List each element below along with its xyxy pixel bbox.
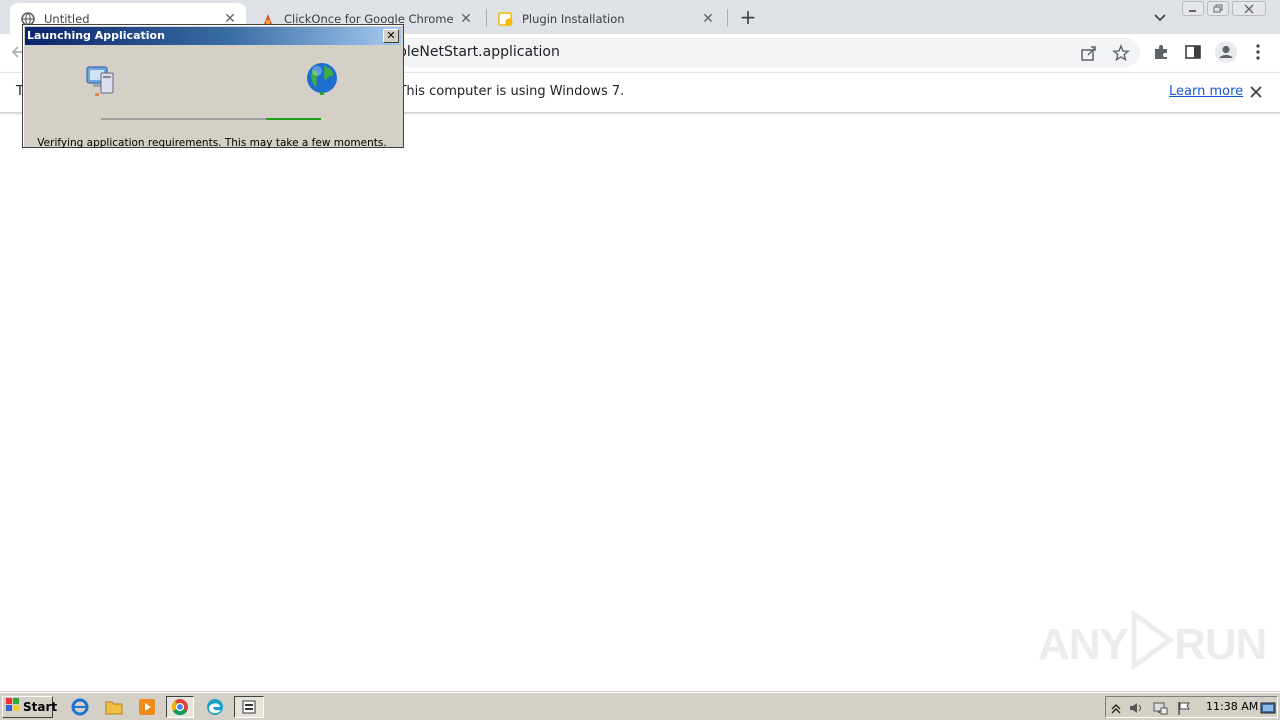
launching-application-dialog: Launching Application ✕ Verifying applic… [22, 24, 404, 149]
media-player-icon[interactable] [137, 698, 157, 716]
tab-close-icon[interactable]: ✕ [458, 11, 474, 27]
tab-separator [486, 9, 487, 27]
side-panel-icon[interactable] [1184, 43, 1204, 63]
edge-icon[interactable] [205, 698, 225, 716]
action-center-flag-icon[interactable] [1176, 700, 1192, 716]
tab-close-icon[interactable]: ✕ [700, 11, 716, 27]
taskbar: Start 11:38 AM [0, 692, 1280, 720]
volume-speaker-icon[interactable] [1128, 700, 1144, 716]
progress-fill [266, 118, 321, 120]
menu-kebab-icon[interactable] [1252, 43, 1272, 63]
computer-icon [83, 63, 119, 99]
watermark-text-left: ANY [1038, 620, 1129, 669]
show-hidden-icons-chevron-icon[interactable] [1110, 700, 1126, 716]
tab-search-chevron-icon[interactable] [1150, 8, 1170, 28]
infobar-close-icon[interactable] [1247, 81, 1265, 101]
new-tab-button[interactable]: + [737, 7, 759, 29]
file-explorer-icon[interactable] [104, 698, 124, 716]
progress-track [101, 118, 321, 120]
system-tray: 11:38 AM [1105, 696, 1278, 718]
screen: Untitled ✕ ClickOnce for Google Chrome -… [0, 0, 1280, 720]
dialog-message: Verifying application requirements. This… [37, 137, 387, 149]
clickonce-taskbar-button[interactable] [234, 696, 264, 718]
anyrun-watermark: ANY RUN [1038, 606, 1267, 676]
close-window-button[interactable] [1232, 1, 1266, 16]
profile-avatar-icon[interactable] [1214, 40, 1238, 64]
start-button[interactable]: Start [2, 696, 57, 718]
start-label: Start [23, 700, 58, 714]
taskbar-clock: 11:38 AM [1206, 700, 1259, 713]
bookmark-star-icon[interactable] [1112, 44, 1130, 62]
extensions-puzzle-icon[interactable] [1152, 43, 1172, 63]
share-icon[interactable] [1080, 44, 1098, 62]
restore-button[interactable] [1207, 1, 1229, 16]
tab-title: Plugin Installation [522, 11, 625, 26]
internet-explorer-icon[interactable] [70, 698, 90, 716]
minimize-button[interactable] [1182, 1, 1204, 16]
dialog-title: Launching Application [27, 29, 165, 42]
plugin-page-icon [498, 11, 514, 27]
globe-internet-icon [304, 61, 340, 97]
learn-more-link[interactable]: Learn more [1169, 84, 1243, 99]
tab-separator [727, 9, 728, 27]
infobar-message: r. This computer is using Windows 7. [386, 84, 625, 99]
play-triangle-icon [1130, 609, 1175, 674]
network-icon[interactable] [1152, 700, 1168, 716]
windows-flag-icon [5, 697, 21, 717]
dialog-title-bar[interactable]: Launching Application ✕ [25, 27, 401, 45]
address-text: bleNetStart.application [398, 44, 560, 60]
watermark-text-right: RUN [1174, 620, 1267, 669]
dialog-close-button[interactable]: ✕ [383, 29, 399, 43]
tab-plugin-installation[interactable]: Plugin Installation ✕ [488, 3, 724, 34]
chrome-taskbar-button[interactable] [166, 696, 194, 718]
show-desktop-icon[interactable] [1260, 700, 1276, 716]
window-controls [1182, 1, 1269, 18]
dialog-body: Verifying application requirements. This… [25, 45, 401, 149]
